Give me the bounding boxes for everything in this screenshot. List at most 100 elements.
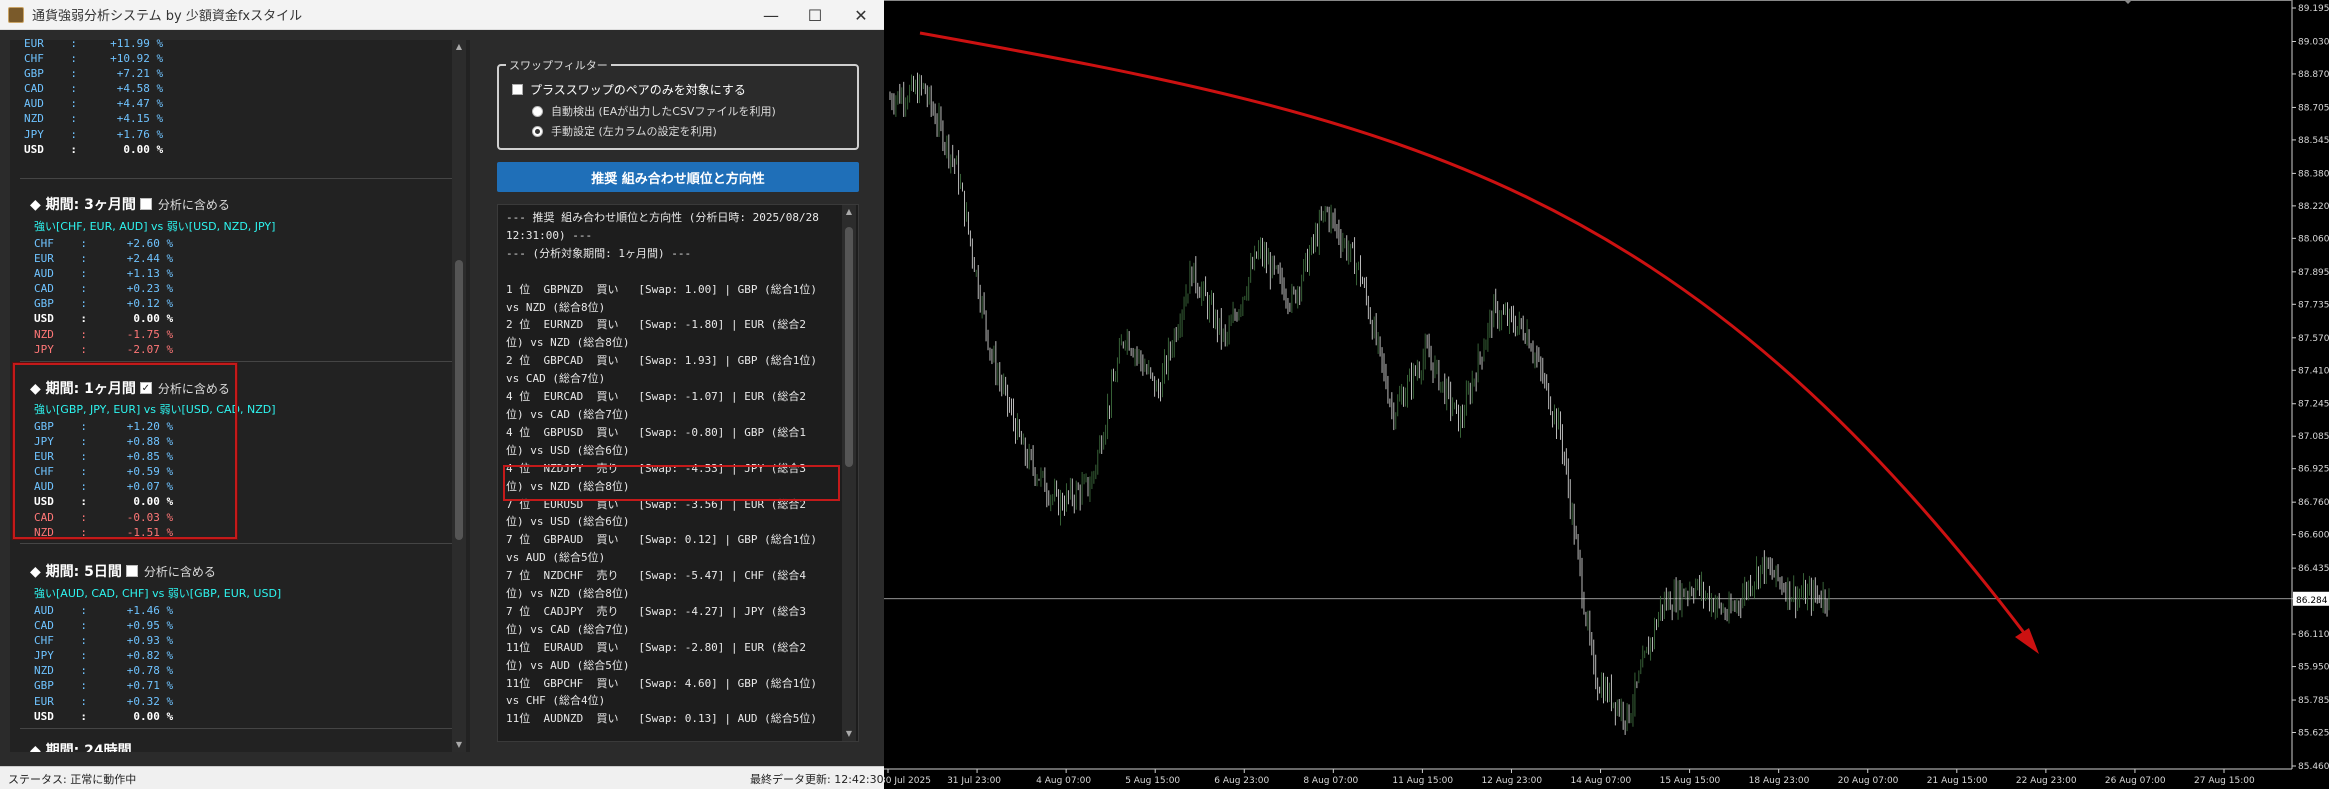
strength-row: EUR : +2.44 % <box>34 252 174 266</box>
chart-svg[interactable]: 89.195 89.030 88.870 88.705 88.545 88.380 88.2… <box>880 0 2329 789</box>
include-checkbox-5d[interactable] <box>125 565 138 577</box>
scroll-up-icon[interactable]: ▲ <box>842 205 856 219</box>
time-tick-label: 30 Jul 2025 <box>884 776 931 786</box>
result-line: 11位 AUDNZD 買い [Swap: 0.13] | AUD (総合5位) <box>506 712 818 726</box>
result-line: 位) vs AUD (総合5位) <box>506 658 630 672</box>
result-line: 1 位 GBPNZD 買い [Swap: 1.00] | GBP (総合1位) <box>506 282 818 296</box>
time-tick-label: 15 Aug 15:00 <box>1660 776 1721 786</box>
strength-row: EUR : +0.32 % <box>34 694 174 708</box>
left-scrollbar[interactable]: ▲ ▼ <box>452 40 466 752</box>
analysis-window: 通貨強弱分析システム by 少額資金fxスタイル — ☐ ✕ EUR : +11… <box>0 0 884 789</box>
checkbox-box[interactable] <box>512 84 523 95</box>
top-period-rows: EUR : +11.99 % CHF : +10.92 % GBP : +7.21 … <box>24 36 163 157</box>
strength-row: AUD : +1.13 % <box>34 267 174 281</box>
result-line: --- 推奨 組み合わせ順位と方向性 (分析日時: 2025/08/28 <box>506 211 819 224</box>
price-tick-label: 87.735 <box>2298 300 2329 310</box>
price-tick-label: 88.705 <box>2298 103 2329 113</box>
strength-row: USD : 0.00 % <box>34 709 174 723</box>
strength-row: JPY : +1.76 % <box>24 127 164 141</box>
include-checkbox-3m[interactable] <box>139 198 152 210</box>
result-line: 位) vs USD (総合6位) <box>506 515 630 529</box>
price-tick-label: 86.600 <box>2298 531 2329 541</box>
strength-row: AUD : +1.46 % <box>34 604 174 617</box>
strength-row: GBP : +7.21 % <box>24 67 164 81</box>
result-line: 7 位 GBPAUD 買い [Swap: 0.12] | GBP (総合1位) <box>506 533 818 547</box>
result-line: 位) vs NZD (総合8位) <box>506 336 630 350</box>
period-rows-3m: CHF : +2.60 % EUR : +2.44 % AUD : +1.13 % C… <box>34 236 173 357</box>
strength-row: JPY : -2.07 % <box>34 342 174 356</box>
time-tick-label: 18 Aug 23:00 <box>1749 776 1810 786</box>
radio-dot-selected[interactable] <box>532 125 543 137</box>
current-price-label: 86.284 <box>2296 596 2328 606</box>
chart-background <box>884 0 2329 789</box>
price-tick-label: 85.950 <box>2298 663 2329 673</box>
scroll-thumb[interactable] <box>455 260 463 540</box>
highlight-box-1m <box>13 363 237 539</box>
result-line: 7 位 NZDCHF 売り [Swap: -5.47] | CHF (総合4 <box>506 569 807 583</box>
plus-swap-checkbox[interactable]: プラススワップのペアのみを対象にする <box>512 81 746 98</box>
time-tick-label: 26 Aug 07:00 <box>2105 776 2166 786</box>
price-tick-label: 85.460 <box>2298 762 2329 772</box>
app-icon <box>8 6 24 23</box>
strength-row: CHF : +10.92 % <box>24 52 164 66</box>
price-tick-label: 88.870 <box>2298 70 2329 80</box>
result-line: vs NZD (総合8位) <box>506 300 606 314</box>
scroll-up-icon[interactable]: ▲ <box>452 40 466 54</box>
close-button[interactable]: ✕ <box>838 0 884 30</box>
price-tick-label: 89.195 <box>2298 4 2329 14</box>
highlight-box-nzdjpy <box>503 465 840 501</box>
results-scrollbar[interactable]: ▲ ▼ <box>842 205 856 741</box>
result-line: vs AUD (総合5位) <box>506 551 606 565</box>
price-tick-label: 85.785 <box>2298 696 2329 706</box>
strength-row: CAD : +0.23 % <box>34 282 174 296</box>
price-chart[interactable]: 89.195 89.030 88.870 88.705 88.545 88.380 88.2… <box>880 0 2329 789</box>
price-tick-label: 87.085 <box>2298 432 2329 442</box>
result-line: 4 位 EURCAD 買い [Swap: -1.07] | EUR (総合2 <box>506 390 807 404</box>
strength-row: EUR : +11.99 % <box>24 37 164 50</box>
result-line: 12:31:00) --- <box>506 228 593 242</box>
time-tick-label: 22 Aug 23:00 <box>2016 776 2077 786</box>
price-tick-label: 87.570 <box>2298 334 2329 344</box>
radio-dot[interactable] <box>532 105 543 117</box>
period-title-24h: ◆ 期間: 24時間 <box>30 743 132 752</box>
price-tick-label: 86.435 <box>2298 564 2329 574</box>
price-tick-label: 87.410 <box>2298 366 2329 376</box>
scroll-thumb[interactable] <box>845 227 853 467</box>
period-rows-5d: AUD : +1.46 % CAD : +0.95 % CHF : +0.93 % J… <box>34 603 173 724</box>
result-line <box>506 263 819 281</box>
strength-summary-3m: 強い[CHF, EUR, AUD] vs 弱い[USD, NZD, JPY] <box>34 220 276 233</box>
swap-filter-legend: スワップフィルター <box>506 57 611 73</box>
price-tick-label: 86.110 <box>2298 630 2329 640</box>
recommend-button[interactable]: 推奨 組み合わせ順位と方向性 <box>497 162 859 192</box>
strength-row: JPY : +0.82 % <box>34 649 174 663</box>
time-tick-label: 6 Aug 23:00 <box>1214 776 1269 786</box>
strength-row: USD : 0.00 % <box>34 312 174 326</box>
price-tick-label: 88.545 <box>2298 136 2329 146</box>
strength-row: USD : 0.00 % <box>24 142 164 156</box>
title-bar[interactable]: 通貨強弱分析システム by 少額資金fxスタイル — ☐ ✕ <box>0 0 884 30</box>
period-title-3m: ◆ 期間: 3ヶ月間 分析に含める <box>30 197 230 213</box>
time-tick-label: 5 Aug 15:00 <box>1125 776 1180 786</box>
auto-detect-radio[interactable]: 自動検出 (EAが出力したCSVファイルを利用) <box>532 103 776 119</box>
strength-summary-5d: 強い[AUD, CAD, CHF] vs 弱い[GBP, EUR, USD] <box>34 587 282 600</box>
price-tick-label: 87.245 <box>2298 400 2329 410</box>
time-tick-label: 31 Jul 23:00 <box>947 776 1001 786</box>
divider <box>20 728 460 729</box>
strength-row: NZD : +0.78 % <box>34 664 174 678</box>
scroll-down-icon[interactable]: ▼ <box>452 738 466 752</box>
scroll-down-icon[interactable]: ▼ <box>842 727 856 741</box>
price-tick-label: 85.625 <box>2298 729 2329 739</box>
status-text: ステータス: 正常に動作中 <box>8 773 137 786</box>
strength-row: CAD : +0.95 % <box>34 619 174 633</box>
price-tick-label: 89.030 <box>2298 37 2329 47</box>
period-title-5d: ◆ 期間: 5日間 分析に含める <box>30 564 216 580</box>
strength-row: NZD : -1.75 % <box>34 327 174 341</box>
strength-row: AUD : +4.47 % <box>24 97 164 111</box>
price-tick-label: 88.060 <box>2298 234 2329 244</box>
result-line: 位) vs CAD (総合7位) <box>506 407 630 421</box>
maximize-button[interactable]: ☐ <box>792 0 838 30</box>
manual-setting-radio[interactable]: 手動設定 (左カラムの設定を利用) <box>532 123 717 139</box>
price-tick-label: 88.220 <box>2298 202 2329 212</box>
result-line: vs CAD (総合7位) <box>506 372 606 386</box>
minimize-button[interactable]: — <box>748 0 794 30</box>
